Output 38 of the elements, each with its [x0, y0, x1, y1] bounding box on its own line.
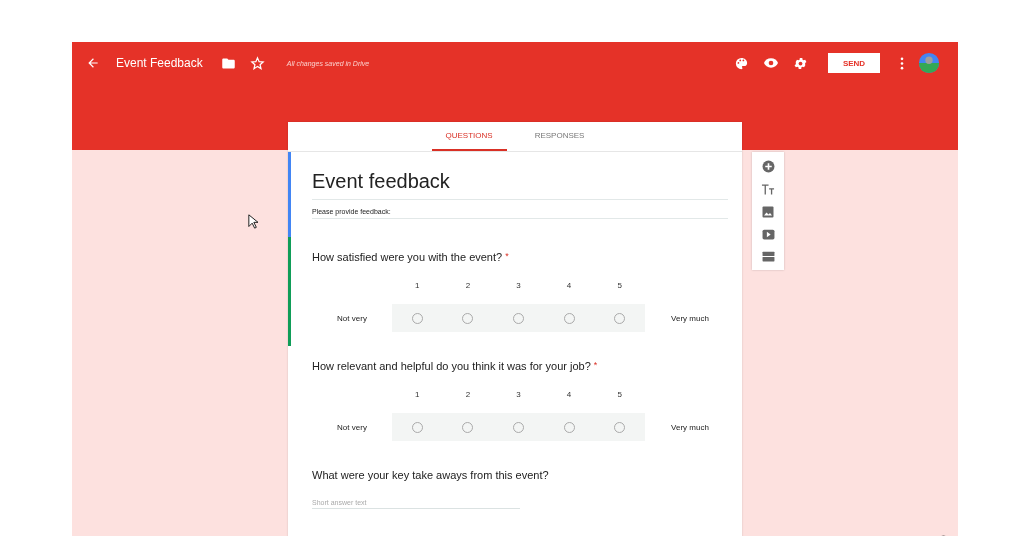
- scale-number: 4: [565, 281, 573, 290]
- back-arrow-icon[interactable]: [86, 56, 100, 70]
- form-title: Event Feedback: [116, 56, 203, 70]
- low-label: Not very: [336, 422, 368, 432]
- add-icon[interactable]: [761, 160, 775, 173]
- scale-number: 5: [616, 390, 623, 399]
- video-icon[interactable]: [761, 229, 775, 240]
- tab[interactable]: RESPONSES: [520, 122, 599, 151]
- form-title-field[interactable]: Event feedback: [312, 170, 728, 200]
- required-mark: *: [505, 251, 509, 261]
- send-button[interactable]: SEND: [828, 53, 880, 73]
- scale-number: 1: [414, 390, 421, 399]
- scale-number: 2: [464, 281, 472, 290]
- mouse-cursor-icon: [248, 214, 258, 229]
- question-section[interactable]: How relevant and helpful do you think it was for your job? * 1 2 3 4 5 Not very Very much: [288, 346, 742, 455]
- scale-number: 4: [565, 390, 573, 399]
- text-icon[interactable]: [761, 184, 775, 195]
- scale-number: 3: [515, 390, 522, 399]
- question-text: How relevant and helpful do you think it was for your job?: [312, 360, 591, 372]
- settings-icon[interactable]: [793, 55, 808, 71]
- eye-icon[interactable]: [763, 55, 779, 71]
- high-label: Very much: [670, 313, 710, 323]
- high-label: Very much: [670, 422, 710, 432]
- low-label: Not very: [336, 313, 368, 323]
- tab[interactable]: QUESTIONS: [431, 122, 507, 151]
- more-options-icon[interactable]: [900, 56, 904, 70]
- required-mark: *: [593, 360, 598, 370]
- scale-number: 2: [464, 390, 472, 399]
- star-icon[interactable]: [249, 55, 265, 71]
- image-icon[interactable]: [762, 206, 774, 218]
- question-text: What were your key take aways from this event?: [312, 469, 549, 481]
- scale-number: 1: [414, 281, 421, 290]
- scale-number: 3: [515, 281, 522, 290]
- scale-number: 5: [616, 281, 623, 290]
- section-icon[interactable]: [761, 251, 775, 262]
- palette-icon[interactable]: [734, 55, 749, 71]
- question-text: How satisfied were you with the event?: [312, 251, 503, 263]
- question-section[interactable]: How satisfied were you with the event? * 1 2 3 4 5 Not very Very much: [288, 237, 742, 346]
